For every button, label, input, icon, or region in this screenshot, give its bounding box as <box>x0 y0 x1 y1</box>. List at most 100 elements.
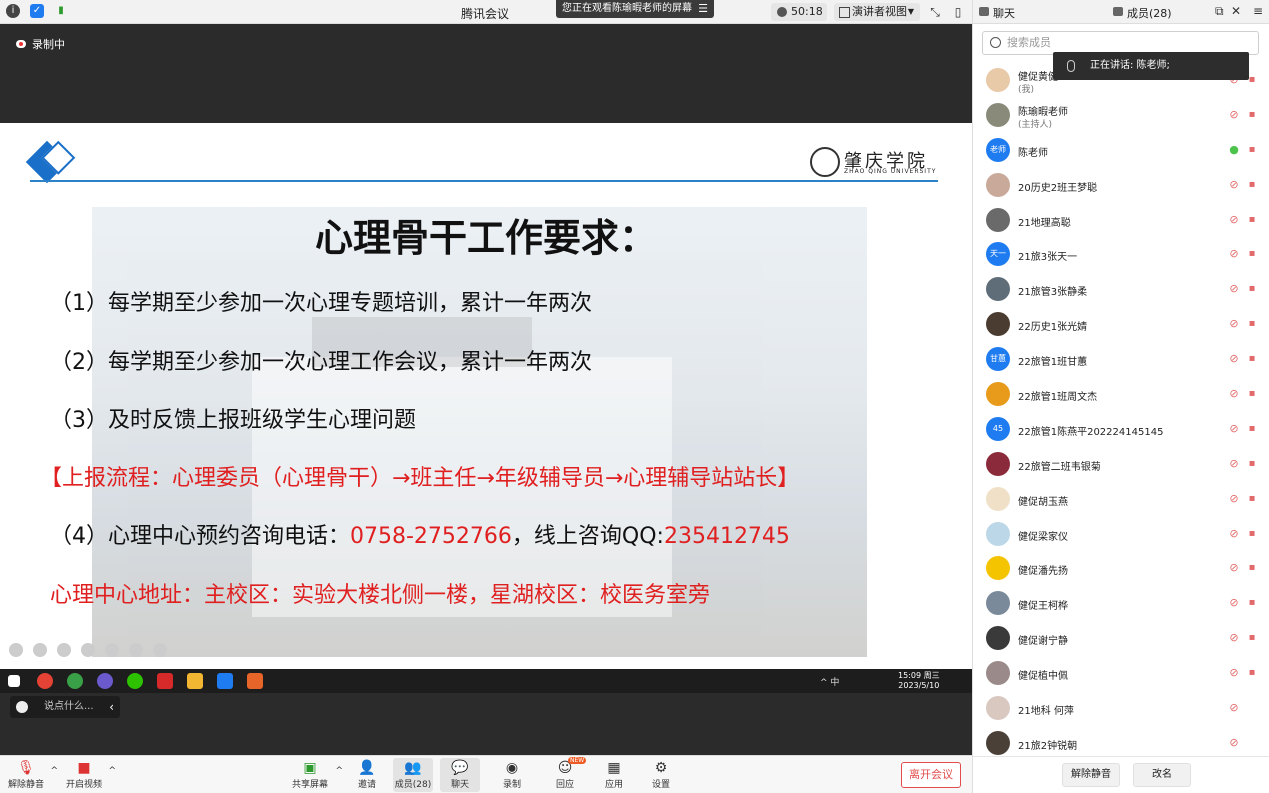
view-mode-dropdown[interactable]: 演讲者视图 ▼ <box>834 3 920 21</box>
member-row[interactable]: 陈瑜暇老师 (主持人) ⊘ ▪ <box>973 98 1269 133</box>
member-name: 健促王柯桦 <box>1018 601 1068 613</box>
wps-icon <box>157 673 173 689</box>
info-icon[interactable]: i <box>6 4 20 18</box>
member-row[interactable]: 健促潘先扬 ⊘ ▪ <box>973 551 1269 586</box>
floating-chat-input[interactable]: 说点什么... ‹ <box>10 696 120 718</box>
close-icon[interactable]: ✕ <box>1231 4 1241 18</box>
members-button[interactable]: 👥 成员(28) <box>393 758 433 792</box>
share-label: 共享屏幕 <box>291 780 328 790</box>
browser-icon <box>97 673 113 689</box>
mic-muted-icon: ⊘ <box>1229 631 1239 645</box>
panel-tabs: 聊天 成员(28) ⧉ ✕ ≡ <box>973 0 1269 24</box>
settings-button[interactable]: ⚙ 设置 <box>646 758 676 792</box>
start-video-button[interactable]: ■ 开启视频 ^ <box>66 758 116 792</box>
avatar <box>986 172 1010 197</box>
emoji-icon[interactable] <box>16 701 28 713</box>
mic-muted-icon: ⊘ <box>1229 735 1239 749</box>
member-name: 21旅管3张静柔 <box>1018 287 1088 299</box>
slide-toolbar <box>4 635 209 665</box>
zoom-icon[interactable] <box>81 643 95 657</box>
share-screen-button[interactable]: ▣ 共享屏幕 ^ <box>291 758 343 792</box>
camera-off-icon: ▪ <box>1248 492 1256 504</box>
video-stage: 录制中 肇庆学院 ZHAO QING UNIVERSITY 心理骨干工作要求： … <box>0 24 972 755</box>
invite-button[interactable]: 👤 邀请 <box>352 758 382 792</box>
member-row[interactable]: 22旅管1班周文杰 ⊘ ▪ <box>973 377 1269 412</box>
member-row[interactable]: 甘蕙 22旅管1班甘蕙 ⊘ ▪ <box>973 342 1269 377</box>
tab-members[interactable]: 成员(28) <box>1111 5 1172 21</box>
unmute-all-button[interactable]: 解除静音 <box>1062 763 1120 787</box>
record-button[interactable]: ◉ 录制 <box>497 758 527 792</box>
shared-slide: 肇庆学院 ZHAO QING UNIVERSITY 心理骨干工作要求： （1）每… <box>0 123 972 669</box>
app-title: 腾讯会议 <box>460 7 509 21</box>
prev-slide-icon[interactable] <box>9 643 23 657</box>
apps-button[interactable]: ▦ 应用 <box>599 758 629 792</box>
pen-icon[interactable] <box>57 643 71 657</box>
camera-off-icon: ▪ <box>1248 388 1256 400</box>
member-row[interactable]: 健促梁家仪 ⊘ ▪ <box>973 517 1269 552</box>
popout-icon[interactable]: ⧉ <box>1215 4 1224 19</box>
members-panel: 聊天 成员(28) ⧉ ✕ ≡ 搜索成员 健促黄健(我)⊘▪陈瑜暇老师(主持人)… <box>972 0 1269 793</box>
member-row[interactable]: 22旅管二班韦银菊 ⊘ ▪ <box>973 447 1269 482</box>
chat-button[interactable]: 💬 聊天 <box>440 758 480 792</box>
mic-muted-icon: ⊘ <box>1229 701 1239 715</box>
screen-icon[interactable] <box>105 643 119 657</box>
chevron-up-icon[interactable]: ^ <box>108 766 116 776</box>
slides-grid-icon[interactable] <box>129 643 143 657</box>
security-shield-icon[interactable]: ✓ <box>30 4 44 18</box>
system-tray: ^ 中 <box>820 678 840 688</box>
settings-label: 设置 <box>651 780 670 790</box>
mic-muted-icon: ⊘ <box>1229 352 1239 366</box>
leave-meeting-button[interactable]: 离开会议 <box>901 762 961 788</box>
more-icon[interactable] <box>153 643 167 657</box>
camera-off-icon: ▪ <box>1248 143 1256 155</box>
member-name: 22历史1张光婧 <box>1018 322 1088 334</box>
share-menu-icon[interactable]: ☰ <box>698 0 708 18</box>
avatar: 老师 <box>986 137 1010 162</box>
camera-off-icon: ▪ <box>1248 248 1256 260</box>
member-row[interactable]: 天一 21旅3张天一 ⊘ ▪ <box>973 237 1269 272</box>
mic-muted-icon: ⊘ <box>1229 317 1239 331</box>
recording-label: 录制中 <box>32 38 65 51</box>
top-bar: i ✓ ▮ 腾讯会议 您正在观看陈瑜暇老师的屏幕 ☰ 50:18 演讲者视图 ▼… <box>0 0 972 24</box>
avatar <box>986 696 1010 721</box>
member-name: 陈瑜暇老师 <box>1018 106 1068 118</box>
avatar <box>986 626 1010 651</box>
member-row[interactable]: 21旅管3张静柔 ⊘ ▪ <box>973 272 1269 307</box>
chevron-up-icon[interactable]: ^ <box>335 766 343 776</box>
chevron-up-icon[interactable]: ^ <box>50 766 58 776</box>
avatar <box>986 556 1010 581</box>
member-row[interactable]: 45 22旅管1陈燕平202224145145 ⊘ ▪ <box>973 412 1269 447</box>
unmute-button[interactable]: 🎙 解除静音 ^ <box>8 758 58 792</box>
member-row[interactable]: 老师 陈老师 ● ▪ <box>973 133 1269 168</box>
member-row[interactable]: 20历史2班王梦聪 ⊘ ▪ <box>973 168 1269 203</box>
member-row[interactable]: 健促植中佩 ⊘ ▪ <box>973 656 1269 691</box>
new-badge: NEW <box>568 757 587 764</box>
camera-off-icon: ▪ <box>1248 562 1256 574</box>
chat-label: 聊天 <box>450 780 469 790</box>
panel-footer: 解除静音 改名 <box>973 756 1269 793</box>
rename-button[interactable]: 改名 <box>1133 763 1191 787</box>
avatar <box>986 207 1010 232</box>
sidebar-toggle-icon[interactable]: ▯ <box>950 4 966 20</box>
tab-chat[interactable]: 聊天 <box>977 5 1015 21</box>
fullscreen-exit-icon[interactable]: ⤡ <box>927 4 943 20</box>
system-clock: 15:09 周三 2023/5/10 <box>898 671 940 691</box>
member-name: 21地理高聪 <box>1018 217 1071 229</box>
camera-off-icon: ▪ <box>1248 457 1256 469</box>
member-row[interactable]: 22历史1张光婧 ⊘ ▪ <box>973 307 1269 342</box>
review-button[interactable]: ☺ NEW 回应 <box>550 757 587 792</box>
member-row[interactable]: 健促胡玉燕 ⊘ ▪ <box>973 482 1269 517</box>
chevron-left-icon[interactable]: ‹ <box>109 696 114 718</box>
member-name: 22旅管二班韦银菊 <box>1018 461 1101 473</box>
signal-bars-icon[interactable]: ▮ <box>54 4 68 18</box>
member-row[interactable]: 健促谢宁静 ⊘ ▪ <box>973 621 1269 656</box>
member-row[interactable]: 21地理高聪 ⊘ ▪ <box>973 203 1269 238</box>
university-en-name: ZHAO QING UNIVERSITY <box>844 168 937 175</box>
next-slide-icon[interactable] <box>33 643 47 657</box>
member-row[interactable]: 健促王柯桦 ⊘ ▪ <box>973 586 1269 621</box>
avatar <box>986 312 1010 337</box>
avatar <box>986 486 1010 511</box>
member-name: 健促潘先扬 <box>1018 566 1068 578</box>
member-row[interactable]: 21地科 何萍 ⊘ <box>973 691 1269 726</box>
menu-icon[interactable]: ≡ <box>1253 4 1263 18</box>
